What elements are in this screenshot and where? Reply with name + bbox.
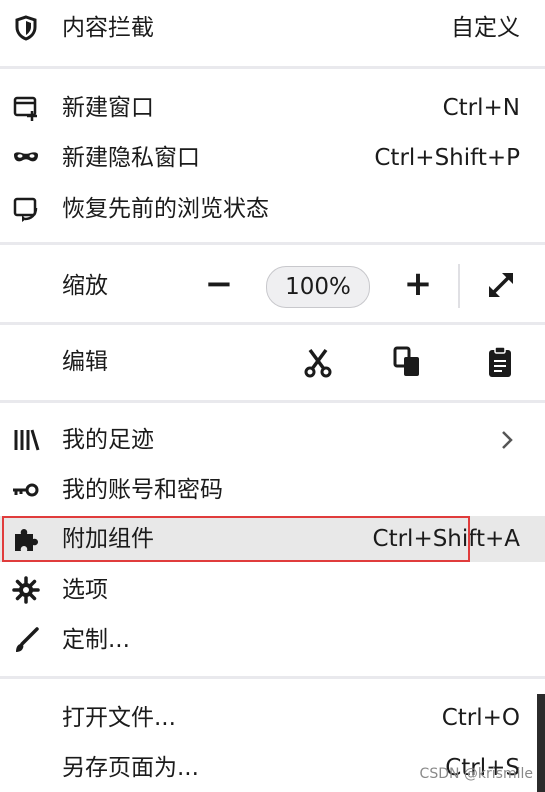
menu-item-new-window[interactable]: 新建窗口 Ctrl+N bbox=[0, 92, 545, 124]
zoom-out-button[interactable]: − bbox=[197, 264, 241, 304]
edit-label: 编辑 bbox=[62, 349, 108, 375]
copy-icon bbox=[392, 345, 424, 383]
customize-blocking-link[interactable]: 自定义 bbox=[451, 12, 520, 44]
paste-button[interactable] bbox=[484, 345, 516, 379]
key-icon bbox=[10, 474, 42, 506]
restore-session-label: 恢复先前的浏览状态 bbox=[62, 196, 269, 222]
new-window-label: 新建窗口 bbox=[62, 95, 154, 121]
cut-button[interactable] bbox=[302, 345, 334, 379]
new-window-shortcut: Ctrl+N bbox=[442, 95, 520, 121]
watermark: CSDN @krismile bbox=[419, 766, 533, 782]
gear-icon bbox=[10, 574, 42, 606]
content-blocking-label: 内容拦截 bbox=[62, 15, 154, 41]
open-file-shortcut: Ctrl+O bbox=[441, 705, 520, 731]
zoom-divider bbox=[458, 264, 460, 308]
new-private-window-label: 新建隐私窗口 bbox=[62, 145, 200, 171]
logins-label: 我的账号和密码 bbox=[62, 477, 223, 503]
menu-item-logins[interactable]: 我的账号和密码 bbox=[0, 474, 545, 506]
open-file-label: 打开文件... bbox=[62, 705, 176, 731]
options-label: 选项 bbox=[62, 577, 108, 603]
menu-item-options[interactable]: 选项 bbox=[0, 574, 545, 606]
menu-item-library[interactable]: 我的足迹 bbox=[0, 424, 545, 456]
menu-item-edit: 编辑 bbox=[0, 346, 545, 378]
menu-item-content-blocking[interactable]: 内容拦截 自定义 bbox=[0, 12, 545, 44]
copy-button[interactable] bbox=[392, 345, 424, 379]
menu-item-customize[interactable]: 定制... bbox=[0, 624, 545, 656]
scissors-icon bbox=[302, 345, 334, 383]
background-window-edge bbox=[537, 694, 545, 792]
library-icon bbox=[10, 424, 42, 456]
fullscreen-icon bbox=[484, 268, 518, 302]
shield-icon bbox=[10, 12, 42, 44]
library-label: 我的足迹 bbox=[62, 427, 154, 453]
zoom-label: 缩放 bbox=[62, 273, 108, 299]
new-private-window-shortcut: Ctrl+Shift+P bbox=[374, 145, 520, 171]
restore-session-icon bbox=[10, 193, 42, 225]
separator bbox=[0, 676, 545, 679]
zoom-reset-button[interactable]: 100% bbox=[266, 266, 370, 308]
save-page-label: 另存页面为... bbox=[62, 755, 199, 781]
brush-icon bbox=[10, 624, 42, 656]
menu-item-restore-session[interactable]: 恢复先前的浏览状态 bbox=[0, 193, 545, 225]
private-mask-icon bbox=[10, 142, 42, 174]
new-window-icon bbox=[10, 92, 42, 124]
separator bbox=[0, 400, 545, 403]
separator bbox=[0, 322, 545, 325]
chevron-right-icon bbox=[497, 428, 517, 452]
annotation-highlight-box bbox=[2, 516, 470, 562]
menu-item-open-file[interactable]: 打开文件... Ctrl+O bbox=[0, 702, 545, 734]
customize-label: 定制... bbox=[62, 627, 130, 653]
zoom-in-button[interactable]: + bbox=[396, 264, 440, 304]
separator bbox=[0, 242, 545, 245]
separator bbox=[0, 66, 545, 69]
menu-item-new-private-window[interactable]: 新建隐私窗口 Ctrl+Shift+P bbox=[0, 142, 545, 174]
clipboard-icon bbox=[484, 345, 516, 383]
fullscreen-button[interactable] bbox=[484, 268, 518, 302]
